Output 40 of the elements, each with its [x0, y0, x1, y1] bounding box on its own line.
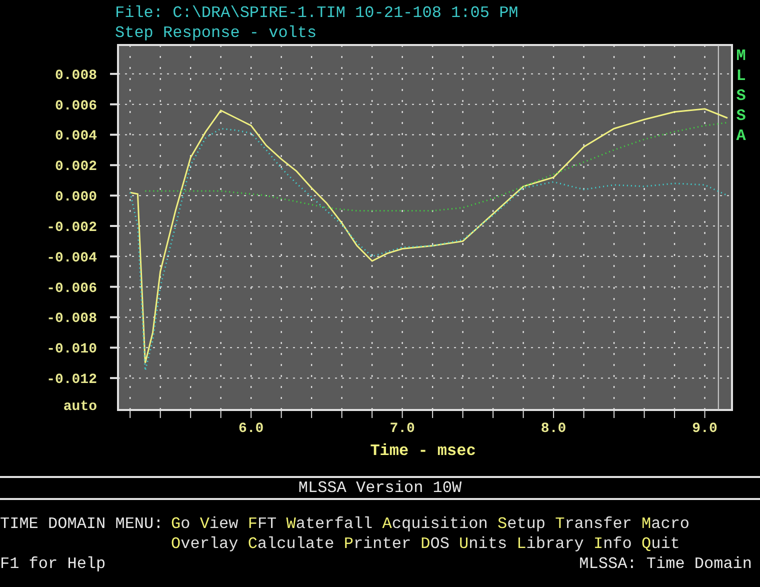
- menu-item[interactable]: FFT: [248, 514, 277, 534]
- menu-item[interactable]: Go: [171, 514, 190, 534]
- menu-item[interactable]: Acquisition: [382, 514, 488, 534]
- x-axis-title: Time - msec: [370, 442, 476, 460]
- side-label: MLSSA: [736, 47, 746, 145]
- menu-item[interactable]: Units: [459, 534, 508, 554]
- y-tick-label: -0.010: [46, 342, 97, 358]
- menu-item[interactable]: Info: [593, 534, 632, 554]
- y-tick-label: -0.012: [46, 372, 97, 388]
- file-path-title: File: C:\DRA\SPIRE-1.TIM 10-21-108 1:05 PM: [115, 3, 518, 23]
- y-tick-label: 0.004: [54, 128, 97, 145]
- y-tick-label: -0.008: [46, 311, 97, 328]
- menu-item[interactable]: Quit: [641, 534, 680, 554]
- menu-item[interactable]: View: [200, 514, 238, 534]
- menu-item[interactable]: Printer: [344, 534, 412, 554]
- x-tick-label: 7.0: [390, 421, 415, 437]
- scale-label: auto: [63, 399, 97, 415]
- menu-item[interactable]: Calculate: [248, 534, 334, 554]
- y-tick-label: 0.002: [54, 159, 97, 176]
- y-tick-label: 0.000: [54, 190, 97, 206]
- y-tick-label: -0.006: [46, 280, 97, 297]
- x-tick-label: 8.0: [540, 421, 566, 437]
- version-title: MLSSA Version 10W: [298, 478, 462, 498]
- menu-item[interactable]: Waterfall: [286, 514, 373, 534]
- mode-indicator: MLSSA: Time Domain: [579, 554, 753, 574]
- x-tick-label: 9.0: [692, 421, 718, 437]
- menu-item[interactable]: Macro: [642, 514, 690, 534]
- chart-title: Step Response - volts: [115, 23, 317, 43]
- y-tick-label: 0.006: [54, 98, 97, 114]
- y-tick-label: -0.002: [46, 220, 97, 236]
- menu-label: TIME DOMAIN MENU:: [0, 514, 164, 535]
- y-tick-label: -0.004: [46, 250, 97, 266]
- menu-item[interactable]: DOS: [420, 534, 450, 554]
- menu-item[interactable]: Overlay: [171, 534, 238, 554]
- menu-item[interactable]: Transfer: [555, 514, 632, 534]
- menu-item[interactable]: Setup: [497, 514, 546, 534]
- x-tick-label: 6.0: [238, 421, 264, 437]
- y-tick-label: 0.008: [54, 68, 97, 84]
- help-hint: F1 for Help: [0, 554, 106, 574]
- menu-item[interactable]: Library: [516, 534, 584, 554]
